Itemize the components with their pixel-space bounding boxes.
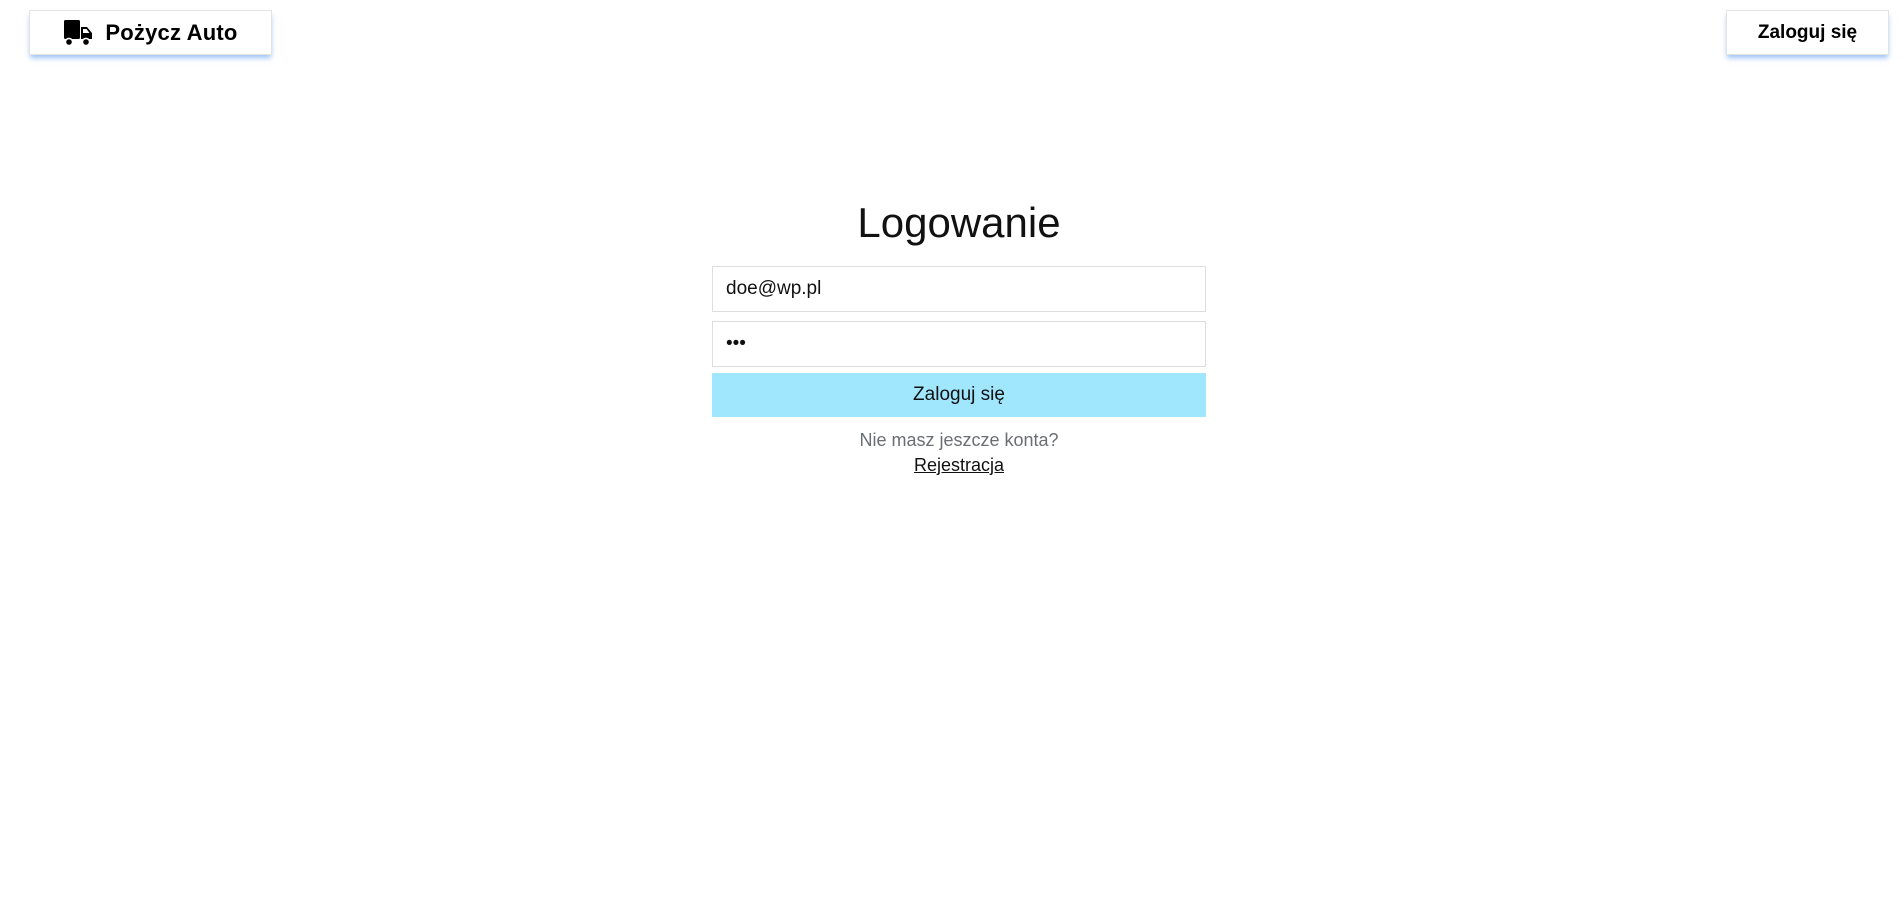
page-title: Logowanie: [857, 199, 1061, 246]
register-link[interactable]: Rejestracja: [712, 454, 1206, 476]
truck-icon: [63, 19, 93, 47]
top-bar: Pożycz Auto Zaloguj się: [0, 0, 1904, 70]
password-field[interactable]: [712, 321, 1206, 367]
no-account-text: Nie masz jeszcze konta?: [859, 430, 1059, 450]
brand-home-button[interactable]: Pożycz Auto: [29, 10, 272, 55]
login-form: Logowanie Zaloguj się Nie masz jeszcze k…: [712, 196, 1206, 476]
header-login-button[interactable]: Zaloguj się: [1726, 10, 1889, 55]
email-field[interactable]: [712, 266, 1206, 312]
brand-label: Pożycz Auto: [105, 19, 238, 45]
login-submit-button[interactable]: Zaloguj się: [712, 373, 1206, 417]
